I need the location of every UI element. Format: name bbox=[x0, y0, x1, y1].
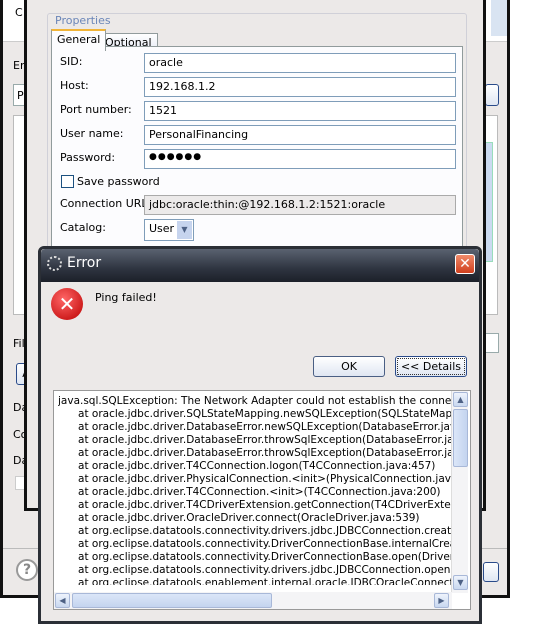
trace-line: at oracle.jdbc.driver.OracleDriver.conne… bbox=[58, 512, 420, 524]
password-input[interactable]: ●●●●●● bbox=[144, 149, 456, 169]
username-input[interactable]: PersonalFinancing bbox=[144, 125, 456, 145]
trace-line: at oracle.jdbc.driver.T4CDriverExtension… bbox=[58, 499, 454, 511]
trace-line: at org.eclipse.datatools.connectivity.Dr… bbox=[58, 551, 454, 563]
trace-line: at org.eclipse.datatools.enablement.inte… bbox=[58, 577, 454, 585]
gear-icon bbox=[47, 256, 62, 271]
trace-line: at org.eclipse.datatools.connectivity.dr… bbox=[58, 564, 454, 576]
trace-line: at oracle.jdbc.driver.PhysicalConnection… bbox=[58, 473, 454, 485]
label-c: C bbox=[15, 6, 23, 19]
vertical-scrollbar[interactable]: ▲ ▼ bbox=[451, 391, 468, 593]
trace-line: at oracle.jdbc.driver.DatabaseError.newS… bbox=[58, 421, 454, 433]
trace-line: at org.eclipse.datatools.connectivity.dr… bbox=[58, 525, 454, 537]
horizontal-scrollbar[interactable]: ◀ ▶ bbox=[54, 592, 452, 609]
username-label: User name: bbox=[60, 127, 124, 140]
label-fil: Fil bbox=[13, 337, 25, 350]
port-input[interactable]: 1521 bbox=[144, 101, 456, 121]
tab-general[interactable]: General bbox=[51, 29, 107, 51]
chevron-down-icon[interactable]: ▼ bbox=[177, 221, 192, 239]
sid-input[interactable]: oracle bbox=[144, 53, 456, 73]
sid-label: SID: bbox=[60, 55, 83, 68]
error-dialog: Error ✕ ✕ Ping failed! OK << Details jav… bbox=[38, 246, 482, 624]
catalog-select[interactable]: User ▼ bbox=[144, 219, 194, 241]
stack-trace: java.sql.SQLException: The Network Adapt… bbox=[58, 395, 454, 585]
finish-button[interactable] bbox=[483, 562, 499, 582]
catalog-label: Catalog: bbox=[60, 221, 106, 234]
host-input[interactable]: 192.168.1.2 bbox=[144, 77, 456, 97]
port-label: Port number: bbox=[60, 103, 132, 116]
trace-line: at oracle.jdbc.driver.DatabaseError.thro… bbox=[58, 447, 454, 459]
connection-url-field: jdbc:oracle:thin:@192.168.1.2:1521:oracl… bbox=[144, 195, 456, 215]
close-button[interactable]: ✕ bbox=[455, 254, 475, 274]
details-text-area[interactable]: java.sql.SQLException: The Network Adapt… bbox=[53, 390, 471, 610]
properties-group-label: Properties bbox=[53, 14, 113, 27]
browse-button[interactable] bbox=[485, 84, 499, 106]
save-password-checkbox[interactable] bbox=[61, 175, 74, 188]
trace-line: at oracle.jdbc.driver.T4CConnection.<ini… bbox=[58, 486, 441, 498]
connection-url-label: Connection URL: bbox=[60, 197, 152, 210]
password-label: Password: bbox=[60, 151, 116, 164]
trace-line: at oracle.jdbc.driver.T4CConnection.logo… bbox=[58, 460, 436, 472]
scroll-up-icon[interactable]: ▲ bbox=[453, 392, 468, 407]
error-icon: ✕ bbox=[51, 288, 83, 320]
trace-line: java.sql.SQLException: The Network Adapt… bbox=[58, 395, 454, 407]
scroll-left-icon[interactable]: ◀ bbox=[55, 593, 70, 608]
error-title: Error bbox=[67, 255, 102, 271]
trace-line: at org.eclipse.datatools.connectivity.Dr… bbox=[58, 538, 454, 550]
header-strip bbox=[491, 0, 507, 36]
scroll-down-icon[interactable]: ▼ bbox=[453, 575, 468, 590]
error-message: Ping failed! bbox=[95, 291, 157, 304]
vertical-scroll-thumb[interactable] bbox=[453, 409, 468, 467]
details-button[interactable]: << Details bbox=[395, 356, 467, 377]
trace-line: at oracle.jdbc.driver.DatabaseError.thro… bbox=[58, 434, 454, 446]
save-password-label: Save password bbox=[77, 175, 160, 188]
trace-line: at oracle.jdbc.driver.SQLStateMapping.ne… bbox=[58, 408, 454, 420]
catalog-value: User bbox=[149, 222, 175, 235]
host-label: Host: bbox=[60, 79, 89, 92]
horizontal-scroll-thumb[interactable] bbox=[72, 593, 272, 608]
ok-button[interactable]: OK bbox=[313, 356, 385, 377]
error-title-bar: Error ✕ bbox=[41, 249, 479, 282]
help-icon[interactable]: ? bbox=[16, 559, 38, 581]
scroll-right-icon[interactable]: ▶ bbox=[434, 593, 449, 608]
